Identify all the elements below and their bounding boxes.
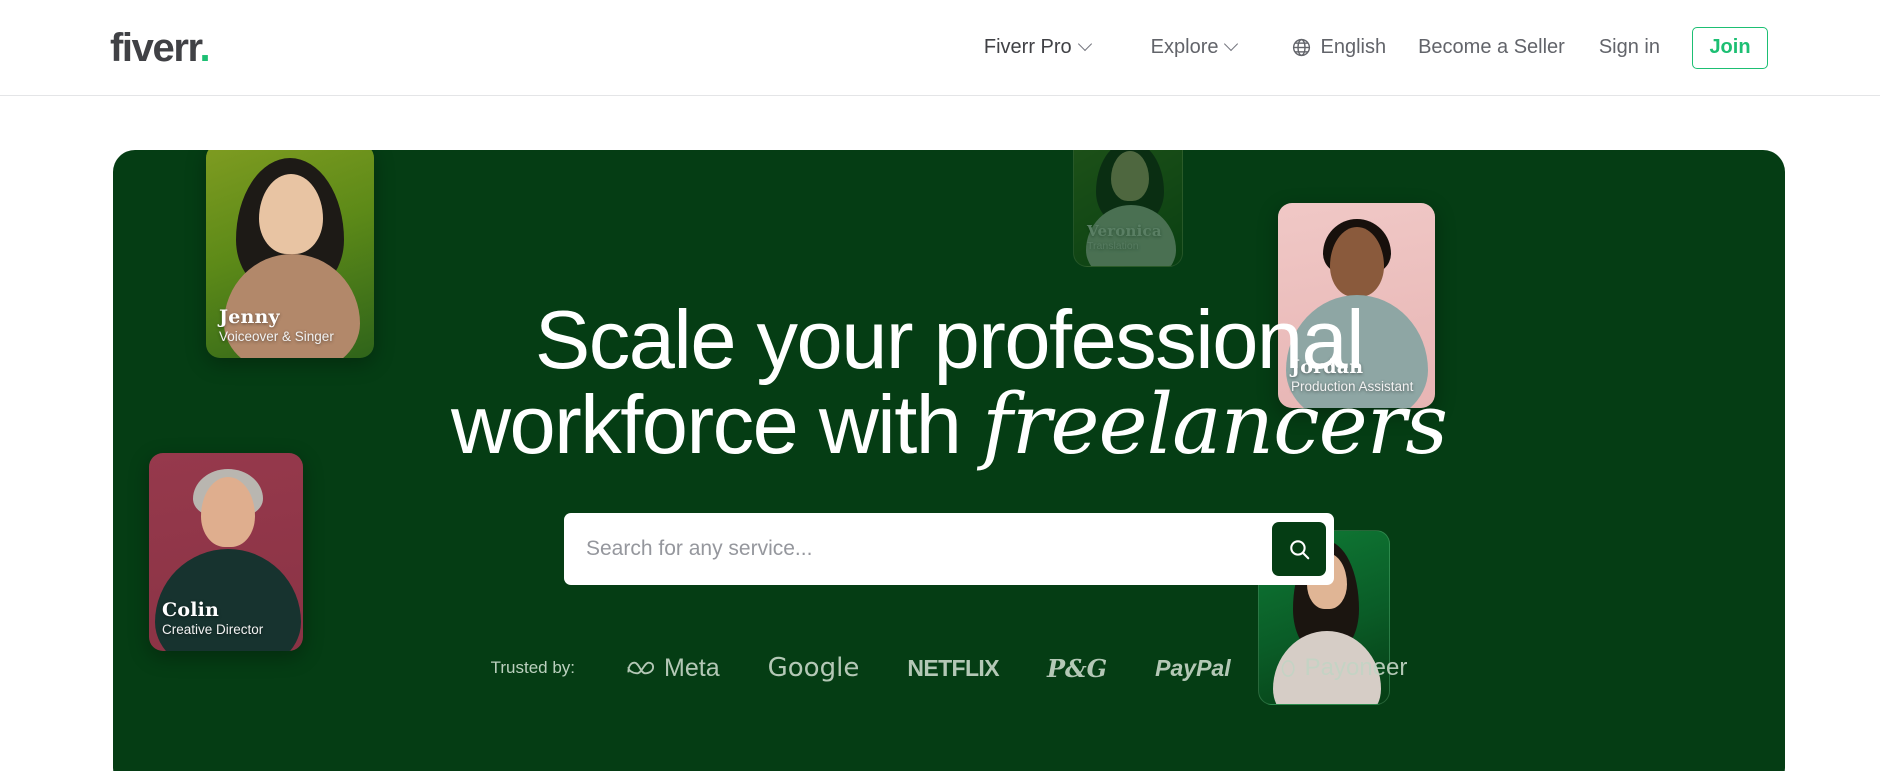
netflix-logo-text: NETFLIX: [907, 654, 999, 681]
meta-logo-text: Meta: [664, 653, 720, 682]
profile-name: Jordan: [1291, 355, 1364, 378]
payoneer-circle-icon: [1281, 659, 1295, 677]
nav-label-language: English: [1320, 36, 1387, 58]
profile-name: Veronica: [1087, 221, 1162, 240]
photo-head: [1330, 227, 1384, 297]
trusted-by-label: Trusted by:: [490, 658, 576, 677]
profile-caption-veronica: Veronica Translation: [1087, 223, 1162, 254]
search-icon: [1289, 539, 1309, 559]
profile-caption-jenny: Jenny Voiceover & Singer: [219, 305, 334, 346]
search-input[interactable]: [564, 513, 1272, 585]
nav-item-fiverr-pro[interactable]: Fiverr Pro: [984, 36, 1093, 59]
google-logo-text: Google: [767, 653, 860, 683]
hero-search-row: [564, 513, 1334, 585]
meta-infinity-icon: [627, 661, 655, 675]
profile-card-jordan[interactable]: Jordan Production Assistant: [1278, 203, 1435, 408]
profile-name: Jenny: [219, 305, 280, 328]
site-header: fiverr. Fiverr Pro Explore English Becom…: [0, 0, 1880, 96]
main-navigation: Fiverr Pro Explore English Become a Sell…: [984, 26, 1768, 69]
hero-banner: Jenny Voiceover & Singer Veronica Transl…: [113, 150, 1785, 771]
nav-label-explore: Explore: [1150, 36, 1219, 58]
profile-name: Colin: [162, 598, 220, 621]
fiverr-logo[interactable]: fiverr.: [110, 25, 211, 70]
hero-section-wrapper: Jenny Voiceover & Singer Veronica Transl…: [0, 96, 1880, 771]
nav-item-language[interactable]: English: [1291, 36, 1386, 59]
photo-head: [1111, 151, 1149, 201]
nav-item-become-a-seller[interactable]: Become a Seller: [1418, 36, 1565, 59]
nav-item-sign-in[interactable]: Sign in: [1599, 36, 1660, 59]
meta-logo: Meta: [627, 654, 720, 683]
photo-head: [259, 174, 323, 254]
nav-label-sign-in: Sign in: [1598, 36, 1660, 58]
profile-caption-colin: Colin Creative Director: [162, 598, 264, 639]
paypal-logo: PayPal: [1155, 655, 1230, 682]
profile-card-colin[interactable]: Colin Creative Director: [149, 453, 303, 651]
payoneer-logo-text: Payoneer: [1304, 654, 1408, 681]
nav-label-become-a-seller: Become a Seller: [1418, 36, 1565, 58]
netflix-logo: NETFLIX: [907, 655, 999, 682]
chevron-down-icon: [1080, 39, 1093, 52]
profile-role: Voiceover & Singer: [219, 329, 334, 345]
pg-logo-text: P&G: [1046, 653, 1108, 683]
profile-role: Production Assistant: [1291, 379, 1414, 395]
search-submit-button[interactable]: [1272, 522, 1326, 576]
payoneer-logo: Payoneer: [1279, 654, 1408, 682]
paypal-logo-text: PayPal: [1155, 654, 1231, 681]
logo-wordmark: fiverr: [110, 25, 201, 70]
hero-heading-line-2-plain: workforce with: [451, 377, 982, 471]
profile-role: Creative Director: [162, 622, 264, 638]
profile-role: Translation: [1087, 240, 1139, 253]
globe-icon: [1293, 38, 1311, 57]
profile-card-jenny[interactable]: Jenny Voiceover & Singer: [206, 150, 374, 358]
hero-heading-line-2: workforce with freelancers: [113, 382, 1785, 468]
nav-label-fiverr-pro: Fiverr Pro: [983, 36, 1072, 58]
join-button[interactable]: Join: [1692, 26, 1768, 69]
search-box: [564, 513, 1334, 585]
logo-dot: .: [199, 25, 210, 70]
profile-caption-jordan: Jordan Production Assistant: [1291, 355, 1414, 396]
profile-card-veronica[interactable]: Veronica Translation: [1073, 150, 1183, 267]
nav-item-explore[interactable]: Explore: [1151, 36, 1240, 59]
chevron-down-icon: [1226, 39, 1239, 52]
trusted-by-row: Trusted by: Meta Google NETFLIX P&G PayP…: [491, 653, 1408, 683]
pg-logo: P&G: [1047, 654, 1107, 683]
photo-head: [201, 477, 255, 547]
google-logo: Google: [768, 653, 860, 683]
